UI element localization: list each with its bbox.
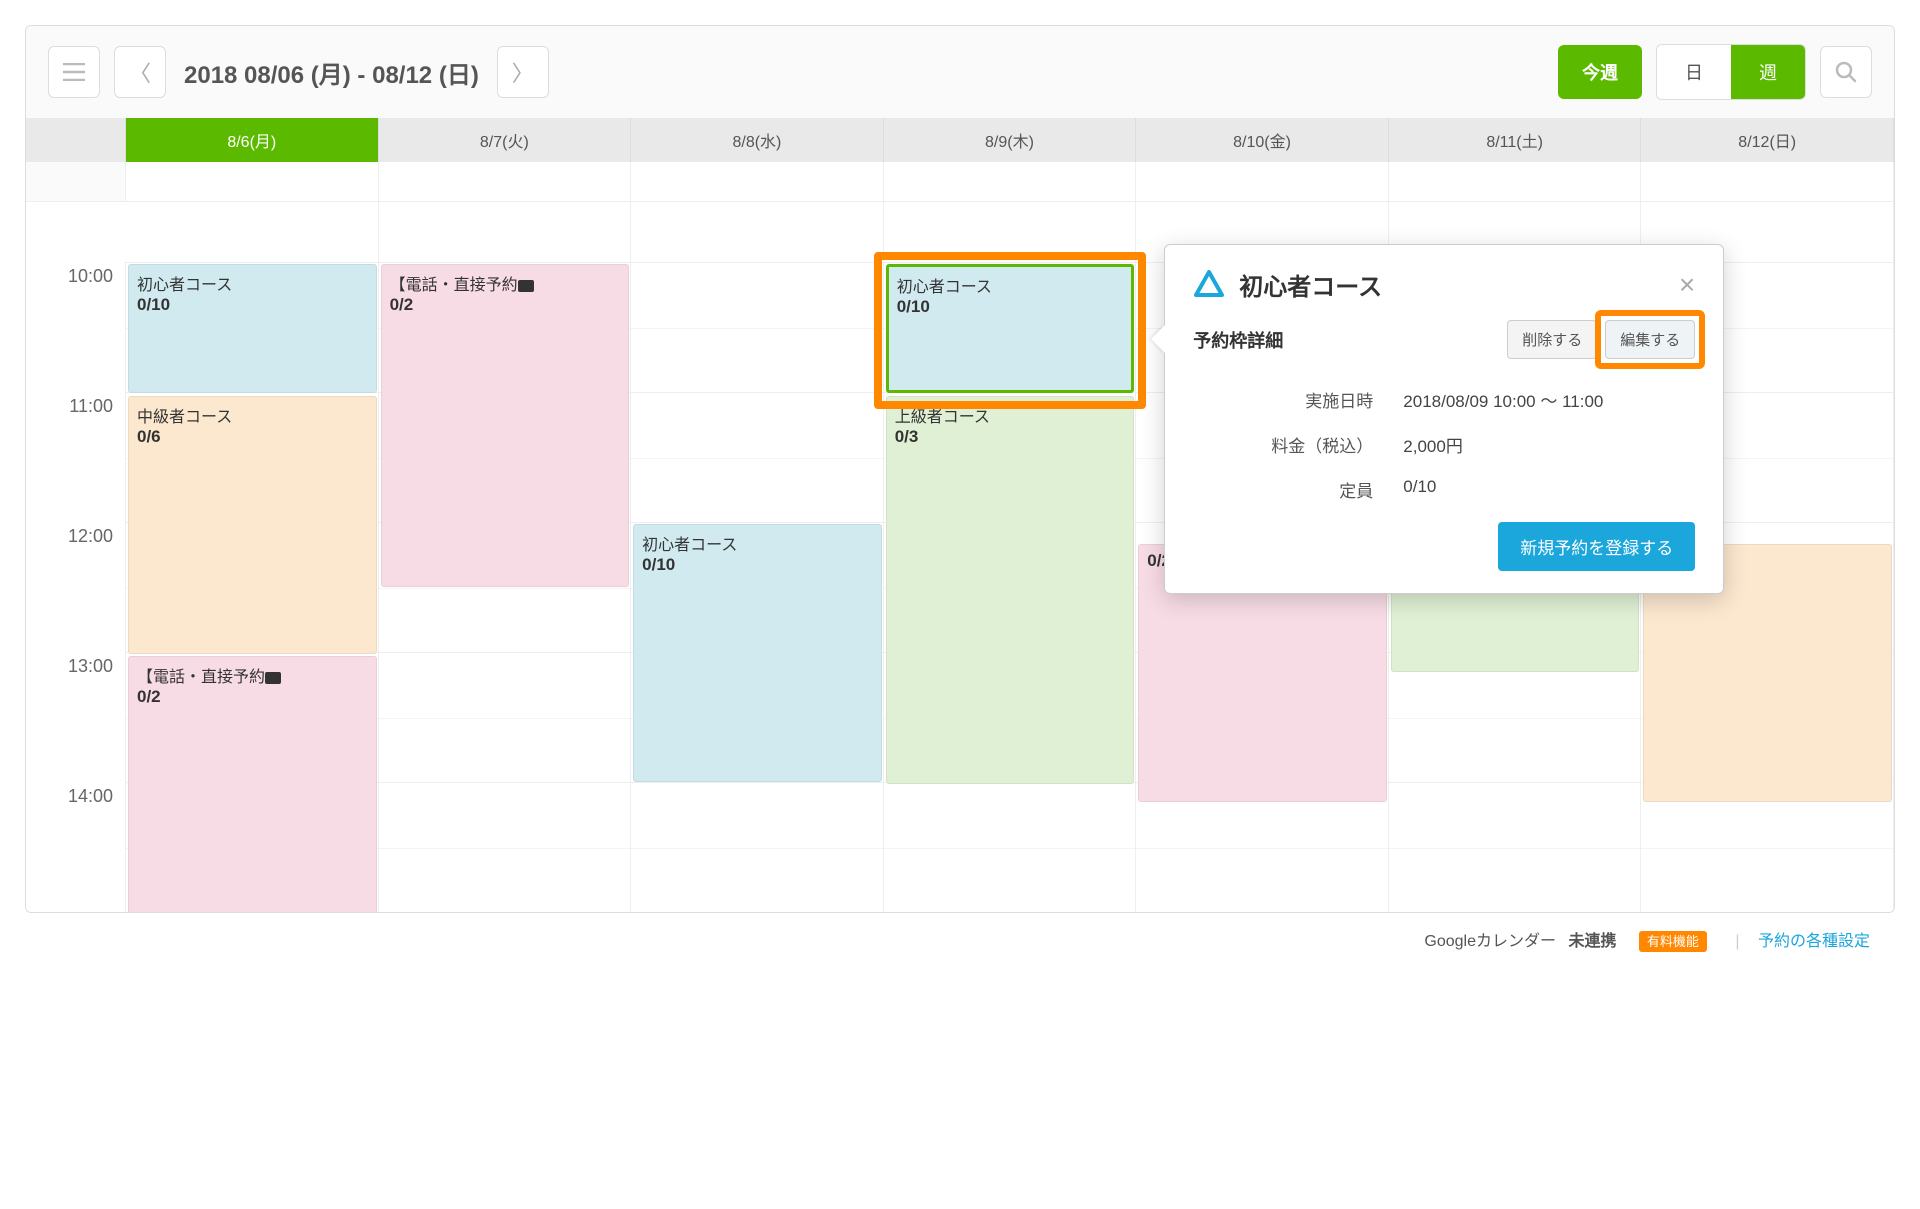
detail-value: 2018/08/09 10:00 〜 11:00 (1403, 387, 1695, 412)
calendar-event[interactable]: 初心者コース0/10 (633, 524, 882, 782)
toolbar: 〈 2018 08/06 (月) - 08/12 (日) 〉 今週 日 週 (26, 26, 1894, 118)
separator: | (1735, 933, 1739, 950)
day-header[interactable]: 8/8(水) (631, 118, 884, 162)
paid-badge: 有料機能 (1639, 931, 1707, 952)
calendar: 8/6(月) 8/7(火) 8/8(水) 8/9(木) 8/10(金) 8/11… (26, 118, 1894, 912)
booking-settings-link[interactable]: 予約の各種設定 (1758, 933, 1870, 950)
detail-row-datetime: 実施日時 2018/08/09 10:00 〜 11:00 (1193, 377, 1695, 422)
allday-row (26, 162, 1894, 202)
footer: Googleカレンダー 未連携 有料機能 | 予約の各種設定 (25, 913, 1895, 965)
calendar-event[interactable]: 初心者コース0/10 (128, 264, 377, 393)
day-header[interactable]: 8/9(木) (884, 118, 1137, 162)
calendar-panel: 〈 2018 08/06 (月) - 08/12 (日) 〉 今週 日 週 8/… (25, 25, 1895, 913)
date-range-title: 2018 08/06 (月) - 08/12 (日) (184, 55, 479, 90)
event-title: 初心者コース (897, 273, 1124, 297)
hour-label: 10:00 (26, 262, 126, 392)
day-header[interactable]: 8/11(土) (1389, 118, 1642, 162)
view-toggle: 日 週 (1656, 44, 1806, 100)
chevron-left-icon: 〈 (129, 56, 151, 88)
day-col-mon[interactable]: 初心者コース0/10中級者コース0/6【電話・直接予約0/2 (126, 202, 379, 912)
course-shape-icon (1193, 269, 1225, 301)
hour-label: 12:00 (26, 522, 126, 652)
close-button[interactable]: × (1679, 269, 1695, 301)
event-title: 上級者コース (895, 403, 1126, 427)
phone-icon (518, 280, 534, 292)
menu-button[interactable] (48, 46, 100, 98)
calendar-event[interactable]: 初心者コース0/10 (886, 264, 1135, 393)
gcal-label: Googleカレンダー (1424, 933, 1556, 950)
chevron-right-icon: 〉 (512, 56, 534, 88)
event-title: 【電話・直接予約 (390, 271, 621, 295)
hour-label: 14:00 (26, 782, 126, 912)
search-button[interactable] (1820, 46, 1872, 98)
event-count: 0/2 (137, 687, 368, 707)
view-day-button[interactable]: 日 (1657, 45, 1731, 99)
hamburger-icon (63, 63, 85, 81)
day-header-row: 8/6(月) 8/7(火) 8/8(水) 8/9(木) 8/10(金) 8/11… (26, 118, 1894, 162)
day-header[interactable]: 8/7(火) (379, 118, 632, 162)
detail-label: 料金（税込） (1193, 432, 1403, 457)
phone-icon (265, 672, 281, 684)
prev-week-button[interactable]: 〈 (114, 46, 166, 98)
event-title: 【電話・直接予約 (137, 663, 368, 687)
header-gutter (26, 118, 126, 162)
event-popover: 初心者コース × 予約枠詳細 削除する 編集する 実施日時 2018/ (1164, 244, 1724, 594)
detail-row-price: 料金（税込） 2,000円 (1193, 422, 1695, 467)
calendar-event[interactable]: 上級者コース0/3 (886, 396, 1135, 784)
event-count: 0/10 (642, 555, 873, 575)
event-count: 0/2 (390, 295, 621, 315)
hour-label: 11:00 (26, 392, 126, 522)
detail-label: 実施日時 (1193, 387, 1403, 412)
event-title: 初心者コース (137, 271, 368, 295)
view-week-button[interactable]: 週 (1731, 45, 1805, 99)
register-booking-button[interactable]: 新規予約を登録する (1498, 522, 1695, 571)
gcal-status: 未連携 (1568, 933, 1616, 950)
popover-title: 初心者コース (1239, 267, 1382, 302)
day-col-thu[interactable]: 初心者コース0/10上級者コース0/3 (884, 202, 1137, 912)
calendar-event[interactable]: 【電話・直接予約0/2 (128, 656, 377, 913)
edit-button[interactable]: 編集する (1605, 320, 1695, 359)
event-count: 0/10 (897, 297, 1124, 317)
next-week-button[interactable]: 〉 (497, 46, 549, 98)
popover-subtitle: 予約枠詳細 (1193, 327, 1283, 353)
day-header[interactable]: 8/10(金) (1136, 118, 1389, 162)
hour-label: 13:00 (26, 652, 126, 782)
search-icon (1835, 61, 1857, 83)
day-col-wed[interactable]: 初心者コース0/10 (631, 202, 884, 912)
detail-value: 0/10 (1403, 477, 1695, 502)
popover-subheader: 予約枠詳細 削除する 編集する (1193, 320, 1695, 359)
event-count: 0/10 (137, 295, 368, 315)
detail-label: 定員 (1193, 477, 1403, 502)
day-col-tue[interactable]: 【電話・直接予約0/2 (379, 202, 632, 912)
popover-header: 初心者コース × (1193, 267, 1695, 302)
calendar-event[interactable]: 中級者コース0/6 (128, 396, 377, 654)
detail-value: 2,000円 (1403, 432, 1695, 457)
delete-button[interactable]: 削除する (1507, 320, 1597, 359)
day-header[interactable]: 8/12(日) (1641, 118, 1894, 162)
event-count: 0/6 (137, 427, 368, 447)
this-week-button[interactable]: 今週 (1558, 45, 1642, 99)
time-gutter: 10:00 11:00 12:00 13:00 14:00 (26, 202, 126, 912)
event-title: 初心者コース (642, 531, 873, 555)
event-title: 中級者コース (137, 403, 368, 427)
event-count: 0/3 (895, 427, 1126, 447)
calendar-event[interactable]: 【電話・直接予約0/2 (381, 264, 630, 587)
detail-row-capacity: 定員 0/10 (1193, 467, 1695, 512)
day-header[interactable]: 8/6(月) (126, 118, 379, 162)
